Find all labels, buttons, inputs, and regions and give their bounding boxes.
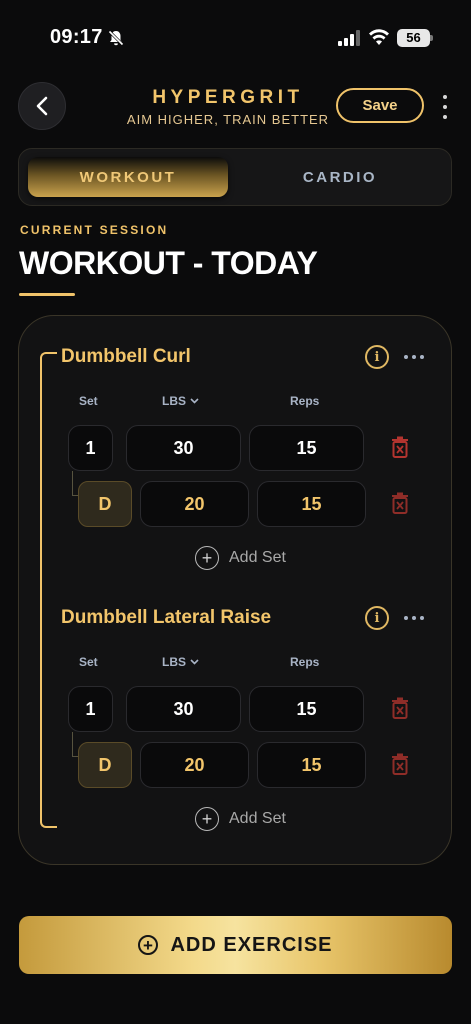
save-button[interactable]: Save (336, 88, 424, 123)
set-connector (72, 732, 73, 756)
reps-input[interactable]: 15 (257, 742, 366, 788)
page-title: WORKOUT - TODAY (19, 245, 318, 281)
trash-icon[interactable] (391, 753, 409, 775)
bell-muted-icon (107, 29, 125, 47)
column-set: Set (79, 394, 98, 408)
plus-circle-icon: + (195, 807, 219, 831)
column-reps: Reps (290, 655, 320, 669)
add-set-button[interactable]: + Add Set (195, 546, 286, 570)
dropset-marker[interactable]: D (78, 481, 132, 527)
trash-icon[interactable] (391, 492, 409, 514)
more-horizontal-icon[interactable] (404, 615, 424, 621)
weight-input[interactable]: 20 (140, 481, 249, 527)
session-label: CURRENT SESSION (20, 223, 169, 237)
column-weight-unit[interactable]: LBS (162, 655, 199, 669)
set-number[interactable]: 1 (68, 686, 113, 732)
battery-indicator: 56 (397, 29, 430, 47)
more-vertical-icon[interactable] (440, 95, 450, 119)
column-weight-unit[interactable]: LBS (162, 394, 199, 408)
cellular-signal-icon (338, 30, 360, 46)
status-time: 09:17 (50, 26, 103, 48)
tab-cardio[interactable]: CARDIO (240, 157, 440, 197)
title-underline (19, 293, 75, 296)
chevron-down-icon (190, 398, 199, 404)
chevron-down-icon (190, 659, 199, 665)
weight-input[interactable]: 30 (126, 686, 241, 732)
trash-icon[interactable] (391, 436, 409, 458)
info-icon[interactable]: i (365, 606, 389, 630)
add-set-button[interactable]: + Add Set (195, 807, 286, 831)
exercise-name: Dumbbell Lateral Raise (61, 607, 272, 628)
battery-nub (430, 35, 433, 41)
reps-input[interactable]: 15 (249, 425, 364, 471)
add-set-label: Add Set (229, 549, 286, 566)
exercise-name: Dumbbell Curl (61, 346, 191, 367)
set-number[interactable]: 1 (68, 425, 113, 471)
add-set-label: Add Set (229, 810, 286, 827)
column-reps: Reps (290, 394, 320, 408)
column-set: Set (79, 655, 98, 669)
reps-input[interactable]: 15 (257, 481, 366, 527)
set-connector (72, 471, 73, 495)
trash-icon[interactable] (391, 697, 409, 719)
reps-input[interactable]: 15 (249, 686, 364, 732)
tab-workout[interactable]: WORKOUT (28, 157, 228, 197)
dropset-marker[interactable]: D (78, 742, 132, 788)
column-weight-label: LBS (162, 655, 186, 669)
add-exercise-button[interactable]: + ADD EXERCISE (19, 916, 452, 974)
info-icon[interactable]: i (365, 345, 389, 369)
plus-circle-icon: + (138, 935, 159, 955)
add-exercise-label: ADD EXERCISE (170, 933, 333, 956)
plus-circle-icon: + (195, 546, 219, 570)
weight-input[interactable]: 30 (126, 425, 241, 471)
superset-bracket (40, 352, 57, 828)
more-horizontal-icon[interactable] (404, 354, 424, 360)
weight-input[interactable]: 20 (140, 742, 249, 788)
column-weight-label: LBS (162, 394, 186, 408)
wifi-icon (369, 29, 389, 45)
